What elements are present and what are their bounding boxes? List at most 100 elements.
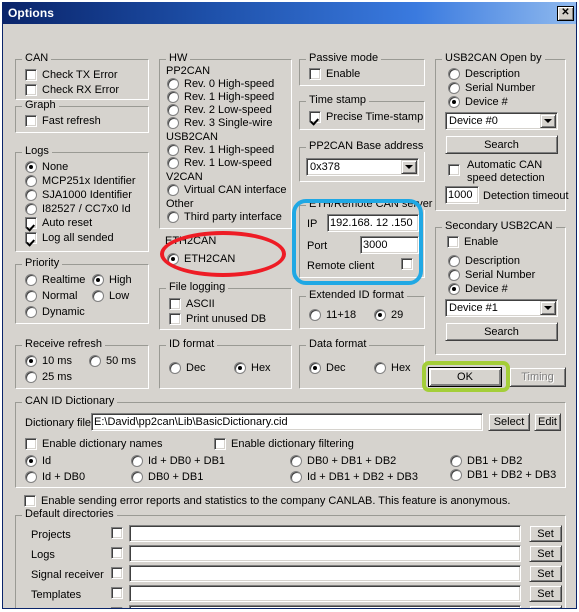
checkbox-ascii[interactable]: ASCII <box>169 298 215 310</box>
radio-extended-id-11-18[interactable]: 11+18 <box>309 309 356 321</box>
radio-logs-none[interactable]: None <box>25 161 68 173</box>
directory-input-signal-receiver[interactable] <box>129 565 521 582</box>
checkbox-fast-refresh[interactable]: Fast refresh <box>25 115 101 127</box>
checkbox-print-unused-db[interactable]: Print unused DB <box>169 313 266 325</box>
radio-dict-id-db0-db1[interactable]: Id + DB0 + DB1 <box>131 455 225 467</box>
checkbox-passive-enable[interactable]: Enable <box>309 68 360 80</box>
port-input[interactable]: 3000 <box>360 236 419 254</box>
radio-priority-high[interactable]: High <box>92 274 132 286</box>
radio-pp2can-rev1-high-speed[interactable]: Rev. 1 High-speed <box>167 91 274 103</box>
set-directory-projects-button[interactable]: Set <box>529 525 562 542</box>
radio-secondary-serial-number[interactable]: Serial Number <box>448 269 535 281</box>
checkbox-log-all-sended[interactable]: Log all sended <box>25 232 114 244</box>
radio-other-third-party-interface[interactable]: Third party interface <box>167 211 282 223</box>
radio-logs-i82527[interactable]: I82527 / CC7x0 Id <box>25 203 131 215</box>
checkbox-remote-client[interactable] <box>401 258 413 270</box>
radio-priority-dynamic[interactable]: Dynamic <box>25 306 85 318</box>
set-directory-logs-button[interactable]: Set <box>529 545 562 562</box>
checkbox-enable-error-reports[interactable]: Enable sending error reports and statist… <box>24 495 510 507</box>
select-dictionary-button[interactable]: Select <box>488 413 530 431</box>
radio-logs-mcp251x[interactable]: MCP251x Identifier <box>25 175 136 187</box>
radio-logs-sja1000[interactable]: SJA1000 Identifier <box>25 189 132 201</box>
radio-usb2can-open-device-number[interactable]: Device # <box>448 96 508 108</box>
radio-dot <box>448 68 460 80</box>
checkbox-box <box>25 84 37 96</box>
close-icon[interactable]: ✕ <box>557 5 574 21</box>
combo-base-address[interactable]: 0x378 <box>306 158 419 176</box>
checkbox-directory-signal-receiver[interactable] <box>111 567 123 579</box>
chevron-down-icon[interactable] <box>540 301 556 315</box>
ip-address-input[interactable]: 192.168. 12 .150 <box>327 214 419 232</box>
radio-extended-id-29[interactable]: 29 <box>374 309 403 321</box>
checkbox-box <box>309 68 321 80</box>
radio-id-format-hex[interactable]: Hex <box>234 362 271 374</box>
radio-dot <box>290 471 302 483</box>
radio-dict-id-db0[interactable]: Id + DB0 <box>25 471 85 483</box>
radio-usb2can-open-description[interactable]: Description <box>448 68 520 80</box>
set-directory-signal-receiver-button[interactable]: Set <box>529 565 562 582</box>
radio-dot <box>448 269 460 281</box>
checkbox-automatic-can-speed-detection[interactable] <box>448 164 460 176</box>
radio-refresh-25ms[interactable]: 25 ms <box>25 371 72 383</box>
combo-usb2can-device[interactable]: Device #0 <box>445 112 558 130</box>
checkbox-directory-templates[interactable] <box>111 587 123 599</box>
directory-input-logs[interactable] <box>129 545 521 562</box>
radio-priority-realtime[interactable]: Realtime <box>25 274 85 286</box>
detection-timeout-input[interactable]: 1000 <box>445 186 479 204</box>
ok-button[interactable]: OK <box>428 367 502 387</box>
radio-label: Hex <box>391 362 411 374</box>
set-directory-templates-button[interactable]: Set <box>529 585 562 602</box>
checkbox-directory-scripts[interactable] <box>111 607 123 608</box>
chevron-down-icon[interactable] <box>540 114 556 128</box>
radio-dict-db1-db2[interactable]: DB1 + DB2 <box>450 455 522 467</box>
chevron-down-icon[interactable] <box>401 160 417 174</box>
radio-secondary-device-number[interactable]: Device # <box>448 283 508 295</box>
checkbox-enable-dictionary-filtering[interactable]: Enable dictionary filtering <box>214 438 354 450</box>
radio-dict-db0-db1[interactable]: DB0 + DB1 <box>131 471 203 483</box>
radio-refresh-10ms[interactable]: 10 ms <box>25 355 72 367</box>
radio-dict-db0-db1-db2[interactable]: DB0 + DB1 + DB2 <box>290 455 396 467</box>
search-secondary-usb2can-button[interactable]: Search <box>445 322 558 341</box>
radio-dict-db1-db2-db3[interactable]: DB1 + DB2 + DB3 <box>450 469 556 481</box>
checkbox-precise-time-stamp[interactable]: Precise Time-stamp <box>309 111 423 123</box>
directory-input-projects[interactable] <box>129 525 521 542</box>
directory-input-templates[interactable] <box>129 585 521 602</box>
radio-pp2can-rev0-high-speed[interactable]: Rev. 0 High-speed <box>167 78 274 90</box>
radio-dict-id-db1-db2-db3[interactable]: Id + DB1 + DB2 + DB3 <box>290 471 418 483</box>
radio-pp2can-rev2-low-speed[interactable]: Rev. 2 Low-speed <box>167 104 272 116</box>
directory-input-scripts[interactable] <box>129 605 521 608</box>
checkbox-check-rx-error[interactable]: Check RX Error <box>25 84 119 96</box>
checkbox-directory-logs[interactable] <box>111 547 123 559</box>
radio-id-format-dec[interactable]: Dec <box>169 362 206 374</box>
checkbox-directory-projects[interactable] <box>111 527 123 539</box>
timing-button[interactable]: Timing <box>509 367 566 387</box>
radio-priority-low[interactable]: Low <box>92 290 129 302</box>
checkbox-check-tx-error[interactable]: Check TX Error <box>25 69 118 81</box>
radio-usb2can-open-serial-number[interactable]: Serial Number <box>448 82 535 94</box>
radio-priority-normal[interactable]: Normal <box>25 290 77 302</box>
radio-data-format-hex[interactable]: Hex <box>374 362 411 374</box>
radio-v2can-virtual-can-interface[interactable]: Virtual CAN interface <box>167 184 287 196</box>
radio-secondary-description[interactable]: Description <box>448 255 520 267</box>
radio-refresh-50ms[interactable]: 50 ms <box>89 355 136 367</box>
radio-label: Realtime <box>42 274 86 286</box>
radio-eth2can[interactable]: ETH2CAN <box>167 253 235 265</box>
search-usb2can-button[interactable]: Search <box>445 135 558 154</box>
checkbox-secondary-enable[interactable]: Enable <box>447 236 498 248</box>
radio-label: DB1 + DB2 + DB3 <box>467 469 557 481</box>
radio-label: Third party interface <box>184 211 282 223</box>
set-directory-scripts-button[interactable]: Set <box>529 605 562 608</box>
radio-pp2can-rev3-single-wire[interactable]: Rev. 3 Single-wire <box>167 117 272 129</box>
radio-usb2can-rev1-low-speed[interactable]: Rev. 1 Low-speed <box>167 157 272 169</box>
dictionary-file-input[interactable]: E:\David\pp2can\Lib\BasicDictionary.cid <box>91 413 483 431</box>
radio-dict-id[interactable]: Id <box>25 455 51 467</box>
radio-data-format-dec[interactable]: Dec <box>309 362 346 374</box>
edit-dictionary-button[interactable]: Edit <box>534 413 561 431</box>
checkbox-enable-dictionary-names[interactable]: Enable dictionary names <box>25 438 162 450</box>
group-eth-server-caption: ETH/Remote CAN server <box>306 199 436 210</box>
combo-secondary-device[interactable]: Device #1 <box>445 299 558 317</box>
checkbox-auto-reset[interactable]: Auto reset <box>25 217 92 229</box>
radio-usb2can-rev1-high-speed[interactable]: Rev. 1 High-speed <box>167 144 274 156</box>
group-hw-caption: HW <box>166 53 191 64</box>
ip-label: IP <box>307 218 318 230</box>
